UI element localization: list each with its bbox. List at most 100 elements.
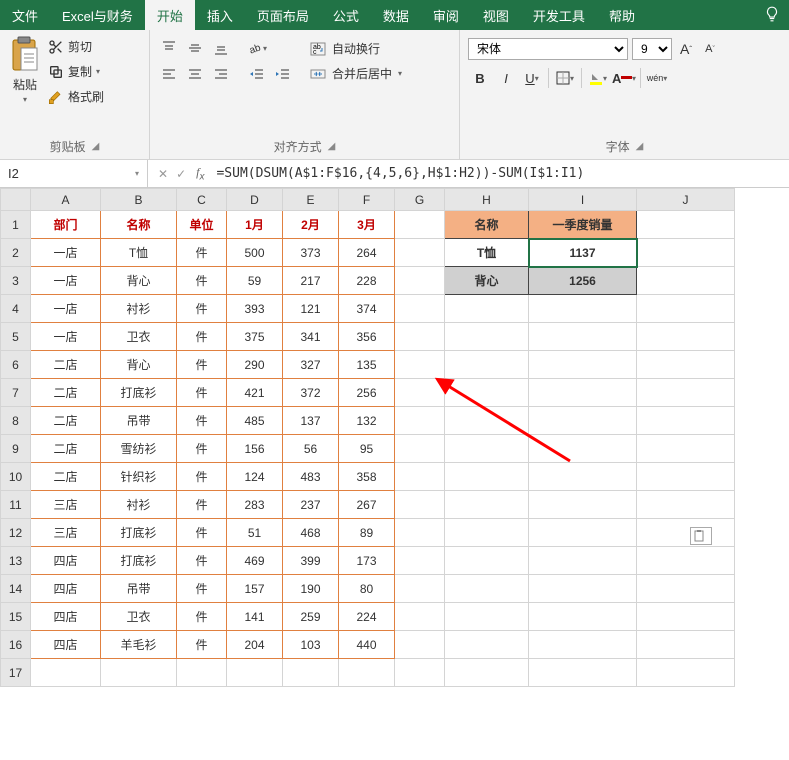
cell[interactable]: 四店 xyxy=(31,547,101,575)
cell[interactable] xyxy=(395,407,445,435)
cell[interactable]: 针织衫 xyxy=(101,463,177,491)
cell[interactable]: 135 xyxy=(339,351,395,379)
font-color-button[interactable]: A▾ xyxy=(612,66,636,90)
cell[interactable]: 224 xyxy=(339,603,395,631)
cell[interactable] xyxy=(637,659,735,687)
cell[interactable] xyxy=(637,239,735,267)
cell[interactable] xyxy=(395,547,445,575)
cell[interactable] xyxy=(637,379,735,407)
cell[interactable] xyxy=(339,659,395,687)
align-left-button[interactable] xyxy=(158,64,180,84)
cell[interactable] xyxy=(637,547,735,575)
cell[interactable] xyxy=(445,631,529,659)
cell[interactable]: 吊带 xyxy=(101,407,177,435)
cell[interactable] xyxy=(637,407,735,435)
cut-button[interactable]: 剪切 xyxy=(48,38,104,55)
cell[interactable]: T恤 xyxy=(445,239,529,267)
cell[interactable] xyxy=(395,267,445,295)
cell[interactable]: 件 xyxy=(177,603,227,631)
col-header-C[interactable]: C xyxy=(177,189,227,211)
cell[interactable]: 124 xyxy=(227,463,283,491)
font-size-select[interactable]: 9 xyxy=(632,38,672,60)
cell[interactable]: 卫衣 xyxy=(101,323,177,351)
cell[interactable]: 名称 xyxy=(445,211,529,239)
cell[interactable]: 421 xyxy=(227,379,283,407)
tab-insert[interactable]: 插入 xyxy=(195,0,245,30)
align-right-button[interactable] xyxy=(210,64,232,84)
align-top-button[interactable] xyxy=(158,38,180,58)
grid-row[interactable]: 5一店卫衣件375341356 xyxy=(1,323,735,351)
cell[interactable]: 375 xyxy=(227,323,283,351)
cell[interactable] xyxy=(445,659,529,687)
tab-home[interactable]: 开始 xyxy=(145,0,195,30)
cell[interactable]: 衬衫 xyxy=(101,491,177,519)
cell[interactable] xyxy=(31,659,101,687)
cell[interactable] xyxy=(529,323,637,351)
cell[interactable]: 468 xyxy=(283,519,339,547)
col-header-E[interactable]: E xyxy=(283,189,339,211)
grid-row[interactable]: 3 一店 背心 件 59 217 228 背心 1256 xyxy=(1,267,735,295)
cell[interactable]: 89 xyxy=(339,519,395,547)
cell[interactable] xyxy=(529,575,637,603)
cell[interactable]: 背心 xyxy=(101,351,177,379)
cell[interactable] xyxy=(445,519,529,547)
align-bottom-button[interactable] xyxy=(210,38,232,58)
cell[interactable]: 290 xyxy=(227,351,283,379)
cell[interactable]: 四店 xyxy=(31,575,101,603)
row-header[interactable]: 11 xyxy=(1,491,31,519)
cell[interactable] xyxy=(529,603,637,631)
cell[interactable]: 399 xyxy=(283,547,339,575)
cell[interactable] xyxy=(529,407,637,435)
font-launcher-icon[interactable]: ◢ xyxy=(636,141,644,152)
cell[interactable]: 四店 xyxy=(31,603,101,631)
cell[interactable] xyxy=(529,463,637,491)
cell[interactable]: 件 xyxy=(177,547,227,575)
bold-button[interactable]: B xyxy=(468,66,492,90)
name-box-dropdown-icon[interactable]: ▾ xyxy=(135,169,139,178)
name-box[interactable]: I2 ▾ xyxy=(0,160,148,187)
cell[interactable]: 485 xyxy=(227,407,283,435)
cell[interactable]: 件 xyxy=(177,407,227,435)
cell[interactable]: 衬衫 xyxy=(101,295,177,323)
cell[interactable]: 374 xyxy=(339,295,395,323)
cell[interactable]: 3月 xyxy=(339,211,395,239)
cell[interactable]: 228 xyxy=(339,267,395,295)
tab-excel-finance[interactable]: Excel与财务 xyxy=(50,0,145,30)
grid-row[interactable]: 8二店吊带件485137132 xyxy=(1,407,735,435)
row-header[interactable]: 5 xyxy=(1,323,31,351)
cell[interactable]: 一店 xyxy=(31,295,101,323)
decrease-indent-button[interactable] xyxy=(246,64,268,84)
cell[interactable]: 单位 xyxy=(177,211,227,239)
cell[interactable]: 件 xyxy=(177,519,227,547)
cell[interactable]: 四店 xyxy=(31,631,101,659)
grid-row[interactable]: 10二店针织衫件124483358 xyxy=(1,463,735,491)
cell[interactable]: 打底衫 xyxy=(101,519,177,547)
cell[interactable]: 237 xyxy=(283,491,339,519)
merge-center-button[interactable]: 合并后居中 ▾ xyxy=(310,65,402,82)
wrap-text-button[interactable]: abc 自动换行 xyxy=(310,40,402,57)
increase-font-button[interactable]: Aˆ xyxy=(676,39,696,59)
cell[interactable] xyxy=(445,407,529,435)
col-header-B[interactable]: B xyxy=(101,189,177,211)
cell[interactable]: 358 xyxy=(339,463,395,491)
row-header[interactable]: 16 xyxy=(1,631,31,659)
grid-row[interactable]: 17 xyxy=(1,659,735,687)
cell[interactable]: 500 xyxy=(227,239,283,267)
cell[interactable]: 件 xyxy=(177,435,227,463)
cell[interactable]: 259 xyxy=(283,603,339,631)
cell[interactable]: 59 xyxy=(227,267,283,295)
col-header-I[interactable]: I xyxy=(529,189,637,211)
cell[interactable]: 二店 xyxy=(31,407,101,435)
format-painter-button[interactable]: 格式刷 xyxy=(48,88,104,105)
orientation-button[interactable]: ab▾ xyxy=(246,38,268,58)
tab-help[interactable]: 帮助 xyxy=(597,0,647,30)
cell[interactable]: 137 xyxy=(283,407,339,435)
cell[interactable]: 372 xyxy=(283,379,339,407)
tab-file[interactable]: 文件 xyxy=(0,0,50,30)
cell[interactable] xyxy=(395,379,445,407)
cell[interactable]: 103 xyxy=(283,631,339,659)
cell[interactable] xyxy=(395,435,445,463)
cell[interactable]: 256 xyxy=(339,379,395,407)
cell[interactable]: 283 xyxy=(227,491,283,519)
row-header[interactable]: 6 xyxy=(1,351,31,379)
